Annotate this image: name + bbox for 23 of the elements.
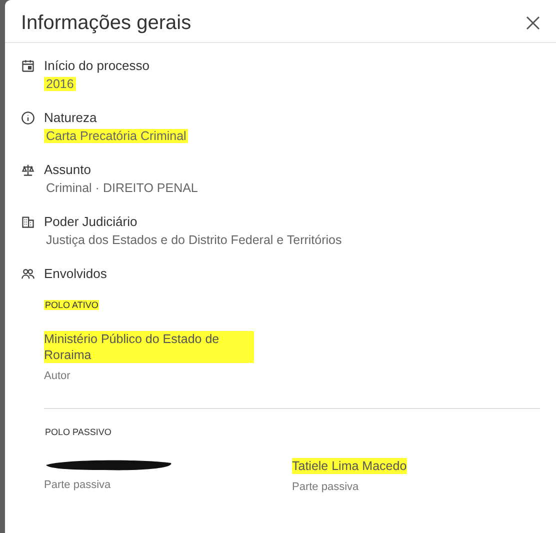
section-heading: POLO PASSIVO (44, 427, 112, 437)
field-label: Assunto (44, 161, 92, 178)
field-label: Poder Judiciário (44, 213, 138, 230)
field-value: Criminal · DIREITO PENAL (45, 181, 199, 195)
close-icon (526, 16, 540, 30)
party-name: Tatiele Lima Macedo (292, 458, 407, 474)
section-heading: POLO ATIVO (44, 300, 100, 310)
field-label: Início do processo (44, 57, 150, 74)
calendar-icon (21, 59, 35, 73)
field-value: 2016 (44, 77, 76, 91)
people-icon (21, 267, 35, 281)
field-value: Justiça dos Estados e do Distrito Federal e Territórios (45, 233, 343, 247)
party-role: Parte passiva (292, 481, 359, 493)
building-icon (21, 215, 35, 229)
dialog-title: Informações gerais (21, 15, 192, 31)
field-value: Carta Precatória Criminal (44, 129, 188, 143)
field-label: Envolvidos (44, 265, 108, 282)
party-role: Parte passiva (44, 479, 111, 491)
field-label: Natureza (44, 109, 98, 126)
info-icon (21, 111, 35, 125)
scale-icon (21, 163, 35, 177)
party-role: Autor (44, 370, 70, 382)
party-name: Ministério Público do Estado de Roraima (44, 331, 254, 363)
